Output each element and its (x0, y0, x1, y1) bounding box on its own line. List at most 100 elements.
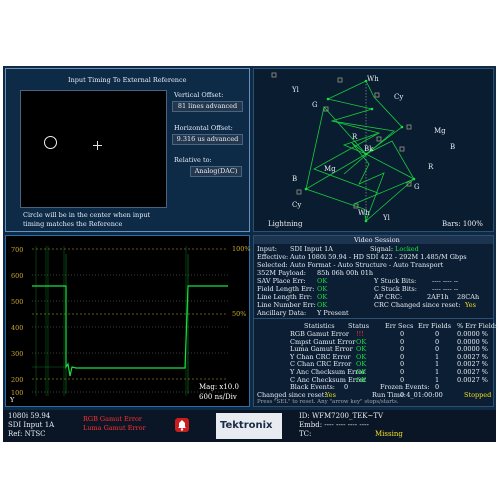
payload-label: 352M Payload: (257, 269, 306, 277)
lightning-label-g: G (312, 101, 318, 109)
ancillary-value: Y Present (317, 309, 349, 317)
run-status: Stopped (464, 391, 492, 399)
selected-value: Auto Format - Auto Structure - Auto Tran… (290, 261, 444, 269)
waveform-mag: Mag: x10.0 (199, 383, 239, 391)
stats-header-pct-err-fields: % Err Fields (457, 322, 499, 330)
lightning-label-g2: G (414, 183, 420, 191)
lightning-label-b2: B (292, 175, 298, 183)
waveform-tick-400: 400 (11, 324, 24, 332)
status-input: SDI Input 1A (8, 421, 55, 429)
tektronix-logo: Tektronix (216, 413, 282, 439)
timing-title: Input Timing To External Reference (68, 76, 187, 84)
waveform-y-label: Y (10, 396, 15, 404)
lightning-label-mg: Mg (434, 127, 446, 135)
line-length-label: Line Length Err: (257, 293, 313, 301)
waveform-scale: 600 ns/Div (199, 393, 237, 401)
lightning-label-wh2: Wh (358, 209, 370, 217)
waveform-tick-300: 300 (11, 350, 24, 358)
lightning-plot (271, 72, 416, 223)
stats-row-pct: 0.0027 % (457, 375, 488, 384)
lightning-label-cy2: Cy (292, 201, 302, 209)
lightning-title: Lightning (268, 220, 303, 228)
timecode-label: TC: (299, 430, 312, 438)
lightning-label-r: R (352, 133, 358, 141)
stats-header-status: Status (348, 322, 370, 330)
stats-header-statistics: Statistics (304, 322, 335, 330)
c-stuck-label: C Stuck Bits: (374, 285, 417, 293)
horizontal-offset-value: 9.316 us advanced (172, 134, 243, 145)
crc-changed-value: Yes (465, 301, 476, 309)
timing-circle (44, 136, 57, 149)
input-value: SDI Input 1A (290, 245, 333, 253)
alarm-bell-icon[interactable] (175, 418, 189, 432)
stats-row-status: OK (356, 375, 367, 384)
sav-place-status: OK (317, 277, 328, 285)
timecode-status: Missing (375, 430, 403, 438)
crosshair-icon (93, 141, 102, 150)
black-events-label: Black Events: (290, 383, 335, 391)
timing-note-line1: Circle will be in the center when input (23, 211, 151, 219)
lightning-label-mg2: Mg (324, 165, 336, 173)
status-ref: Ref: NTSC (8, 430, 46, 438)
crc-changed-label: CRC Changed since reset: (374, 301, 461, 309)
session-panel[interactable]: Video Session Input: SDI Input 1A Signal… (253, 235, 498, 407)
status-bar: 1080i 59.94 SDI Input 1A Ref: NTSC RGB G… (3, 410, 496, 442)
status-format: 1080i 59.94 (8, 412, 51, 420)
lightning-label-yl: Yl (292, 86, 299, 94)
stats-header-err-fields: Err Fields (418, 322, 452, 330)
black-events-value: 0 (344, 383, 349, 391)
ancillary-label: Ancillary Data: (257, 309, 307, 317)
line-length-status: OK (317, 293, 328, 301)
lightning-label-r2: R (428, 163, 434, 171)
lightning-label-yl2: Yl (383, 214, 390, 222)
effective-label: Effective: (257, 253, 289, 261)
horizontal-offset-label: Horizontal Offset: (174, 124, 233, 132)
embedded-audio: Embd: ---- ---- ---- ---- (299, 421, 369, 429)
lightning-label-bk: Bk (364, 145, 374, 153)
waveform-tick-700: 700 (11, 246, 24, 254)
run-time-value: 0 4_01:00:00 (400, 391, 443, 399)
changed-since-reset-label: Changed since reset: (257, 391, 327, 399)
effective-value: Auto 1080i 59.94 - HD SDI 422 - 292M 1.4… (290, 253, 467, 261)
instrument-display: Input Timing To External Reference Verti… (3, 66, 498, 442)
ap-crc-value-1: 2AF1h (427, 293, 449, 301)
lightning-label-wh: Wh (367, 75, 379, 83)
frozen-events-value: 0 (435, 383, 440, 391)
waveform-100-percent: 100% (232, 245, 251, 253)
y-stuck-label: Y Stuck Bits: (374, 277, 417, 285)
alarm-rgb-gamut[interactable]: RGB Gamut Error (83, 415, 142, 423)
ap-crc-value-2: 28CAh (457, 293, 480, 301)
signal-label: Signal: (370, 245, 394, 253)
timing-panel[interactable]: Input Timing To External Reference Verti… (5, 68, 250, 232)
ap-crc-label: AP CRC: (374, 293, 403, 301)
reset-hint: Press "SEL" to reset. Any "arrow key" st… (257, 399, 399, 405)
relative-to-value: Analog(DAC) (190, 166, 242, 177)
relative-to-label: Relative to: (174, 156, 212, 164)
waveform-panel[interactable]: 700 600 500 400 300 200 100 100% 50% Y M… (5, 235, 251, 407)
y-stuck-value: ---- ---- -- (432, 277, 459, 285)
stats-divider (254, 318, 493, 319)
tektronix-logo-text: Tektronix (220, 420, 273, 431)
selected-label: Selected: (257, 261, 288, 269)
frozen-events-label: Frozen Events: (380, 383, 430, 391)
input-label: Input: (257, 245, 277, 253)
field-length-label: Field Length Err: (257, 285, 315, 293)
waveform-tick-500: 500 (11, 298, 24, 306)
instrument-id: ID: WFM7200_TEK~TV (299, 412, 384, 420)
payload-value: 85h 06h 00h 01h (317, 269, 374, 277)
line-number-label: Line Number Err: (257, 301, 316, 309)
vertical-offset-label: Vertical Offset: (174, 91, 224, 99)
lightning-label-b: B (450, 143, 456, 151)
bars-readout: Bars: 100% (442, 220, 483, 228)
line-number-status: OK (317, 301, 328, 309)
alarm-luma-gamut[interactable]: Luma Gamut Error (83, 424, 146, 432)
waveform-tick-200: 200 (11, 376, 24, 384)
lightning-panel[interactable]: Wh Yl Cy G Mg R B Bk R Mg B G Cy Wh Yl L… (253, 68, 494, 232)
changed-since-reset-value: Yes (325, 391, 336, 399)
c-stuck-value: ---- ---- -- (432, 285, 459, 293)
lightning-label-cy: Cy (394, 93, 404, 101)
field-length-status: OK (317, 285, 328, 293)
waveform-50-percent: 50% (232, 310, 247, 318)
sav-place-label: SAV Place Err: (257, 277, 306, 285)
timing-target-area (20, 90, 167, 208)
